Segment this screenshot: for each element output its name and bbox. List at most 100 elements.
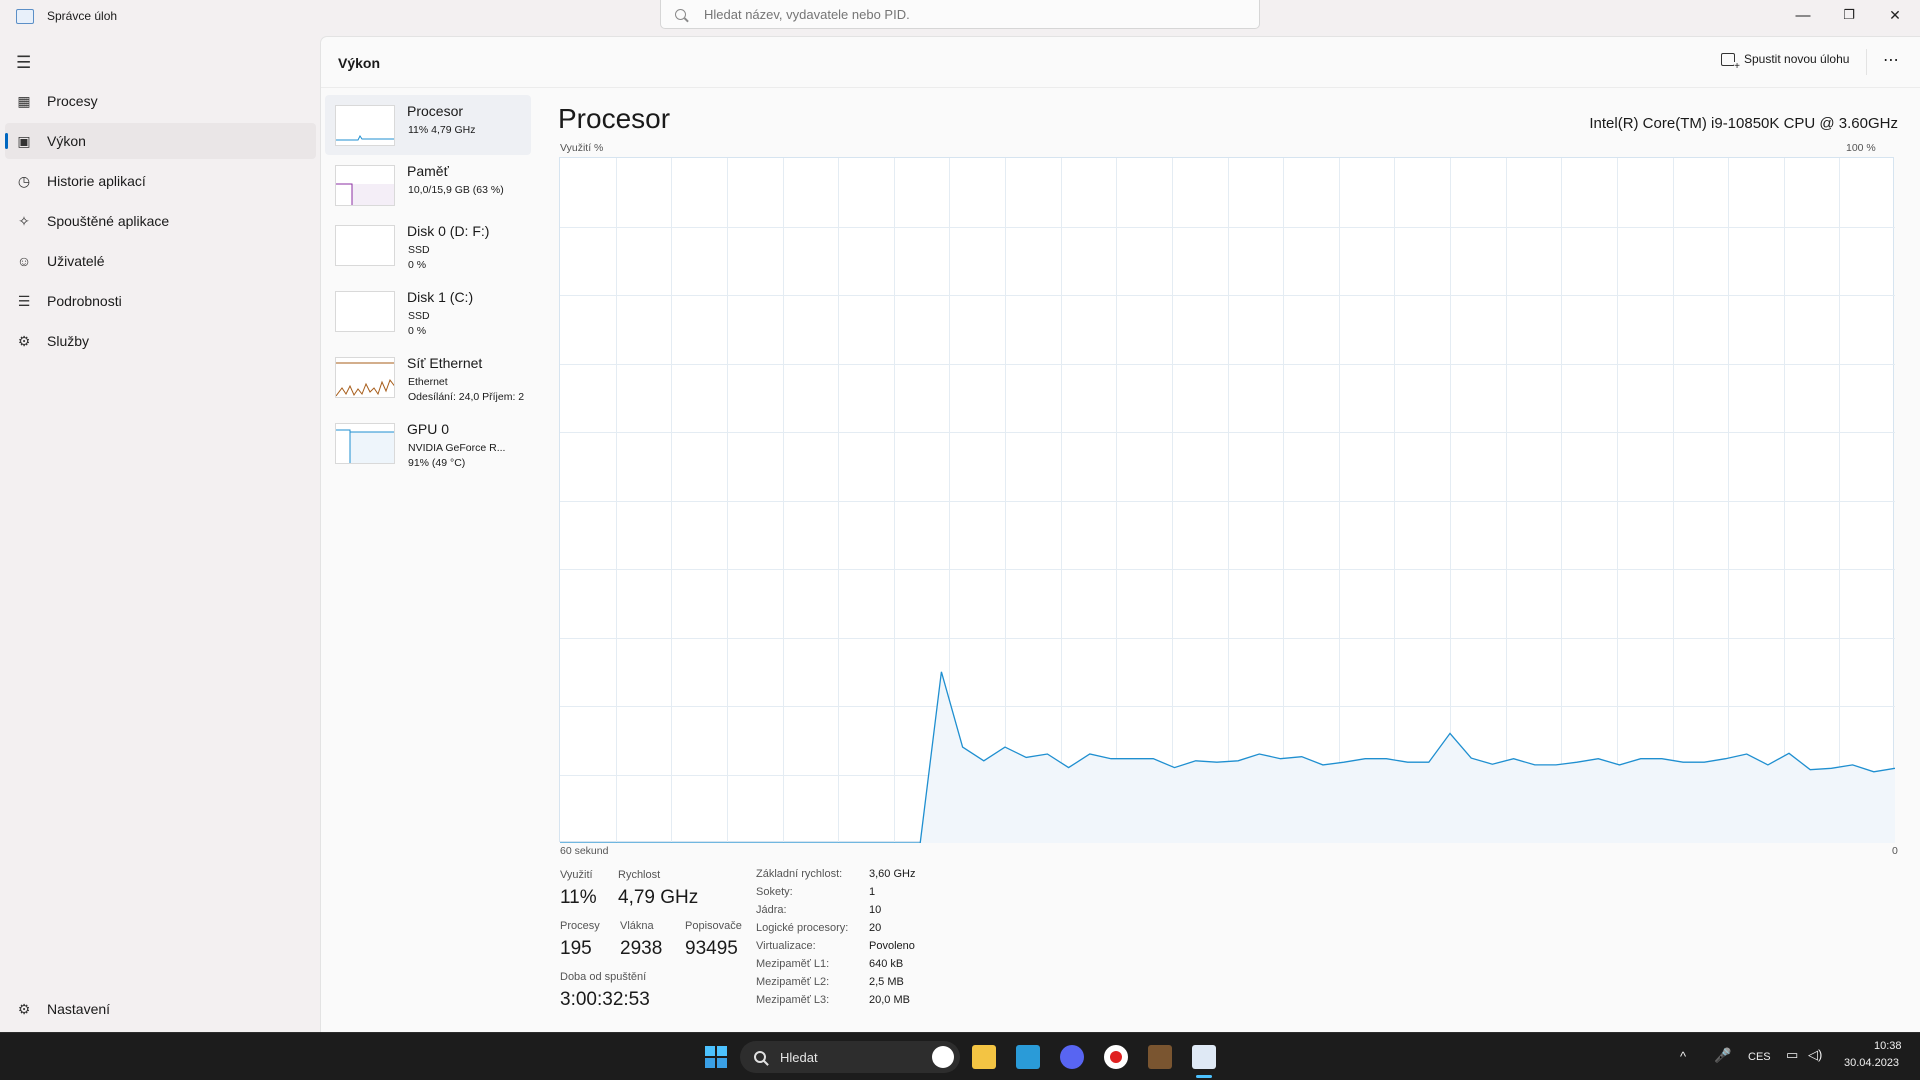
sidebar-item-procesy[interactable]: ▦ Procesy bbox=[5, 83, 316, 119]
language-indicator[interactable]: CES bbox=[1748, 1051, 1771, 1063]
app-title: Správce úloh bbox=[47, 9, 118, 23]
sidebar-item-spou-t-n-aplikace[interactable]: ✧ Spouštěné aplikace bbox=[5, 203, 316, 239]
spec-row: Virtualizace: Povoleno bbox=[756, 940, 915, 958]
search-input[interactable] bbox=[704, 6, 1224, 22]
sidebar: ☰ ▦ Procesy ▣ Výkon ◷ Historie aplikací ✧ Spouš… bbox=[0, 36, 320, 1032]
spec-row: Základní rychlost: 3,60 GHz bbox=[756, 868, 915, 886]
sidebar-item-label: Spouštěné aplikace bbox=[47, 213, 170, 229]
resource-detail: 91% (49 °C) bbox=[408, 457, 466, 469]
resource-name: GPU 0 bbox=[407, 421, 450, 437]
resource-item[interactable]: Paměť 10,0/15,9 GB (63 %) bbox=[325, 155, 531, 215]
history-icon: ◷ bbox=[17, 172, 31, 189]
resource-detail: SSD bbox=[408, 310, 430, 322]
spec-key: Jádra: bbox=[756, 904, 787, 916]
chart-area-fill bbox=[560, 671, 1895, 843]
close-button[interactable]: ✕ bbox=[1872, 0, 1918, 30]
spec-row: Sokety: 1 bbox=[756, 886, 875, 904]
more-options-button[interactable]: ⋯ bbox=[1883, 50, 1900, 70]
file-explorer-icon[interactable] bbox=[972, 1045, 996, 1069]
tray-chevron-icon[interactable]: ^ bbox=[1680, 1049, 1686, 1064]
chart-canvas bbox=[560, 158, 1896, 844]
spec-value: 1 bbox=[869, 886, 876, 898]
sidebar-item-slu-by[interactable]: ⚙ Služby bbox=[5, 323, 316, 359]
minimize-button[interactable]: — bbox=[1780, 0, 1826, 30]
details-icon: ☰ bbox=[17, 292, 31, 309]
sidebar-item-podrobnosti[interactable]: ☰ Podrobnosti bbox=[5, 283, 316, 319]
sidebar-item-label: Historie aplikací bbox=[47, 173, 146, 189]
start-windows-icon[interactable] bbox=[704, 1045, 728, 1069]
main-panel: Výkon Spustit novou úlohu ⋯ Procesor 11% … bbox=[320, 36, 1920, 1032]
record-dot bbox=[1110, 1051, 1122, 1063]
utilization-label: Využití bbox=[560, 869, 593, 881]
search-box[interactable] bbox=[660, 0, 1260, 29]
record-icon[interactable] bbox=[1104, 1045, 1128, 1069]
task-manager-taskbar-icon[interactable] bbox=[1192, 1045, 1216, 1069]
processes-value: 195 bbox=[560, 938, 592, 959]
y-axis-label: Využití % bbox=[560, 142, 604, 154]
resource-item[interactable]: Procesor 11% 4,79 GHz bbox=[325, 95, 531, 155]
speed-label: Rychlost bbox=[618, 869, 661, 881]
taskbar-search[interactable]: Hledat bbox=[740, 1041, 960, 1073]
spec-value: 10 bbox=[869, 904, 882, 916]
hamburger-menu-icon[interactable]: ☰ bbox=[16, 53, 31, 73]
resource-item[interactable]: Disk 1 (C:) SSD 0 % bbox=[325, 281, 531, 341]
threads-value: 2938 bbox=[620, 938, 663, 959]
minecraft-icon[interactable] bbox=[1148, 1045, 1172, 1069]
resource-detail: Ethernet bbox=[408, 376, 448, 388]
task-manager-icon bbox=[16, 9, 34, 24]
spec-row: Mezipaměť L2: 2,5 MB bbox=[756, 976, 904, 994]
sidebar-item-v-kon[interactable]: ▣ Výkon bbox=[5, 123, 316, 159]
run-new-task-label: Spustit novou úlohu bbox=[1744, 52, 1850, 66]
clock-time[interactable]: 10:38 bbox=[1874, 1040, 1902, 1052]
discord-icon[interactable] bbox=[1060, 1045, 1084, 1069]
services-icon: ⚙ bbox=[17, 332, 31, 349]
threads-label: Vlákna bbox=[620, 920, 654, 932]
resource-item[interactable]: Síť Ethernet Ethernet Odesílání: 24,0 Příj… bbox=[325, 347, 531, 407]
spec-value: 2,5 MB bbox=[869, 976, 904, 988]
sidebar-item-label: Nastavení bbox=[47, 1001, 111, 1017]
spec-row: Mezipaměť L1: 640 kB bbox=[756, 958, 903, 976]
sidebar-item-u-ivatel-[interactable]: ☺ Uživatelé bbox=[5, 243, 316, 279]
handles-value: 93495 bbox=[685, 938, 738, 959]
spec-key: Virtualizace: bbox=[756, 940, 816, 952]
title-bar: Správce úloh — ❐ ✕ bbox=[0, 0, 1920, 36]
resource-item[interactable]: Disk 0 (D: F:) SSD 0 % bbox=[325, 215, 531, 275]
speed-value: 4,79 GHz bbox=[618, 887, 699, 908]
resource-detail: Odesílání: 24,0 Příjem: 2 bbox=[408, 391, 525, 403]
search-icon bbox=[754, 1051, 766, 1063]
resource-thumbnail-graph bbox=[335, 291, 395, 332]
resource-thumbnail-graph bbox=[335, 357, 395, 398]
resource-detail: SSD bbox=[408, 244, 430, 256]
spec-value: 3,60 GHz bbox=[869, 868, 916, 880]
spec-value: 20 bbox=[869, 922, 882, 934]
network-icon[interactable]: ▭ bbox=[1786, 1047, 1798, 1063]
run-new-task-button[interactable]: Spustit novou úlohu bbox=[1721, 52, 1850, 71]
sidebar-item-settings[interactable]: ⚙ Nastavení bbox=[5, 991, 316, 1027]
sidebar-item-label: Procesy bbox=[47, 93, 98, 109]
taskbar: Hledat ^ 🎤 CES ▭ ◁) 10:38 30.04.2023 bbox=[0, 1032, 1920, 1080]
resource-name: Disk 0 (D: F:) bbox=[407, 223, 490, 239]
page-title: Výkon bbox=[338, 55, 381, 71]
clock-date[interactable]: 30.04.2023 bbox=[1844, 1057, 1899, 1069]
bing-icon[interactable] bbox=[932, 1046, 954, 1068]
x-axis-min-label: 0 bbox=[1892, 845, 1898, 857]
resource-detail: 11% 4,79 GHz bbox=[408, 124, 476, 136]
resource-thumbnail-graph bbox=[335, 423, 395, 464]
desktop-icon[interactable] bbox=[1016, 1045, 1040, 1069]
sidebar-item-label: Služby bbox=[47, 333, 90, 349]
spec-value: 20,0 MB bbox=[869, 994, 910, 1006]
resource-name: Disk 1 (C:) bbox=[407, 289, 474, 305]
spec-value: Povoleno bbox=[869, 940, 915, 952]
resource-name: Paměť bbox=[407, 163, 449, 179]
performance-icon: ▣ bbox=[17, 132, 31, 149]
sidebar-item-historie-aplikac-[interactable]: ◷ Historie aplikací bbox=[5, 163, 316, 199]
volume-icon[interactable]: ◁) bbox=[1808, 1047, 1822, 1063]
resource-thumbnail-graph bbox=[335, 165, 395, 206]
resource-item[interactable]: GPU 0 NVIDIA GeForce R... 91% (49 °C) bbox=[325, 413, 531, 473]
microphone-icon[interactable]: 🎤 bbox=[1714, 1047, 1731, 1064]
handles-label: Popisovače bbox=[685, 920, 742, 932]
maximize-button[interactable]: ❐ bbox=[1826, 0, 1872, 30]
spec-key: Základní rychlost: bbox=[756, 868, 843, 880]
y-axis-max-label: 100 % bbox=[1846, 142, 1876, 154]
resource-detail: 10,0/15,9 GB (63 %) bbox=[408, 184, 504, 196]
